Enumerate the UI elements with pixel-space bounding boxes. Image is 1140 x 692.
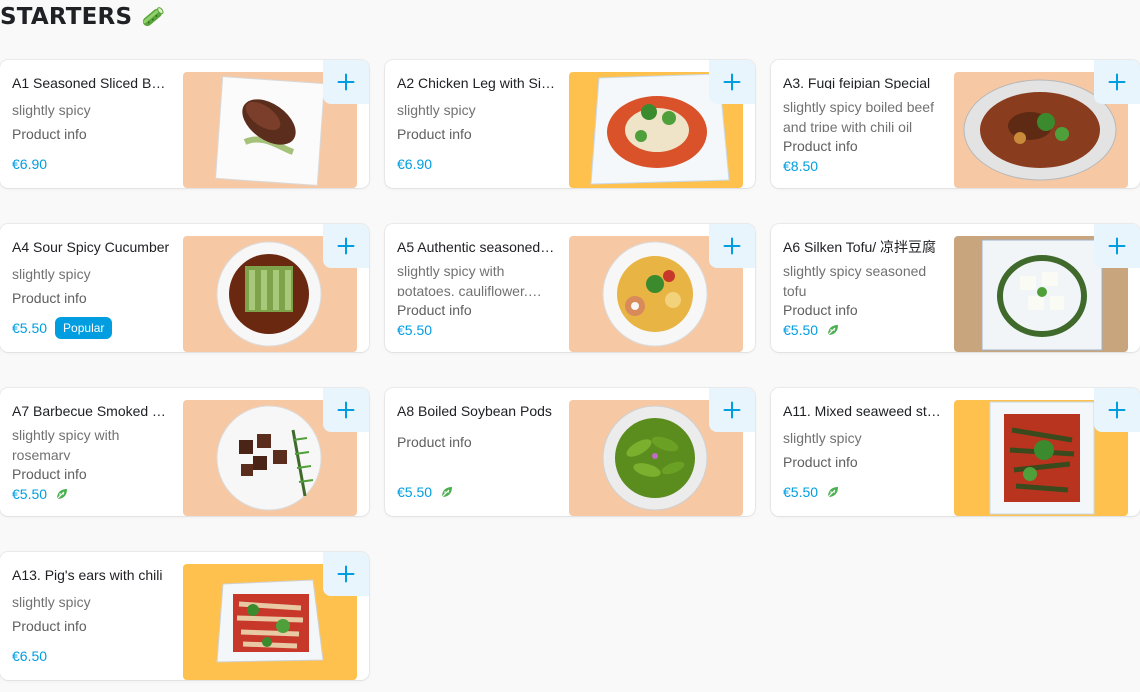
product-info-link[interactable]: Product info bbox=[12, 616, 170, 636]
menu-item-footer: €5.50 bbox=[397, 320, 555, 340]
menu-item-card[interactable]: A3. Fuqi feipian Special slightly spicy … bbox=[771, 60, 1140, 188]
product-info-link[interactable]: Product info bbox=[12, 124, 170, 144]
menu-item-name: A1 Seasoned Sliced Beef bbox=[12, 75, 170, 91]
product-info-link[interactable]: Product info bbox=[397, 432, 555, 452]
menu-item-description: slightly spicy boiled beef and tripe wit… bbox=[783, 99, 934, 132]
menu-item-footer: €6.90 bbox=[12, 152, 170, 176]
menu-item-name: A11. Mixed seaweed strips bbox=[783, 403, 941, 419]
menu-item-card[interactable]: A1 Seasoned Sliced Beef slightly spicy P… bbox=[0, 60, 369, 188]
menu-item-price: €6.90 bbox=[12, 156, 48, 172]
menu-item-name: A8 Boiled Soybean Pods bbox=[397, 403, 552, 419]
plus-icon bbox=[1108, 73, 1126, 91]
menu-item-text: A2 Chicken Leg with Sichuan sauce slight… bbox=[397, 74, 555, 176]
menu-item-text: A6 Silken Tofu/ 凉拌豆腐 slightly spicy seas… bbox=[783, 238, 941, 340]
menu-item-name: A5 Authentic seasoned vegetables bbox=[397, 239, 555, 254]
menu-item-footer: €5.50 bbox=[783, 480, 941, 504]
menu-item-description: slightly spicy bbox=[12, 266, 91, 282]
menu-item-price: €5.50 bbox=[397, 321, 433, 338]
menu-item-text: A13. Pig's ears with chili slightly spic… bbox=[12, 566, 170, 668]
menu-item-footer: €5.50 bbox=[12, 484, 170, 504]
plus-icon bbox=[337, 73, 355, 91]
menu-item-name: A6 Silken Tofu/ 凉拌豆腐 bbox=[783, 239, 937, 254]
plus-icon bbox=[723, 237, 741, 255]
add-to-cart-button[interactable] bbox=[709, 60, 755, 104]
menu-item-description: slightly spicy seasoned tofu bbox=[783, 263, 927, 296]
menu-item-card[interactable]: A13. Pig's ears with chili slightly spic… bbox=[0, 552, 369, 680]
menu-item-footer: €6.50 bbox=[12, 644, 170, 668]
menu-item-price: €5.50 bbox=[12, 485, 48, 502]
product-info-link[interactable]: Product info bbox=[783, 452, 941, 472]
menu-items-grid: A1 Seasoned Sliced Beef slightly spicy P… bbox=[0, 60, 1140, 680]
add-to-cart-button[interactable] bbox=[323, 388, 369, 432]
menu-item-card[interactable]: A5 Authentic seasoned vegetables slightl… bbox=[385, 224, 755, 352]
plus-icon bbox=[723, 401, 741, 419]
add-to-cart-button[interactable] bbox=[1094, 60, 1140, 104]
plus-icon bbox=[337, 565, 355, 583]
menu-item-name: A13. Pig's ears with chili bbox=[12, 567, 163, 583]
menu-item-card[interactable]: A6 Silken Tofu/ 凉拌豆腐 slightly spicy seas… bbox=[771, 224, 1140, 352]
menu-item-footer: €5.50 bbox=[397, 480, 555, 504]
menu-item-card[interactable]: A8 Boiled Soybean Pods Product info €5.5… bbox=[385, 388, 755, 516]
product-info-link[interactable]: Product info bbox=[783, 136, 941, 156]
menu-item-name: A4 Sour Spicy Cucumber bbox=[12, 239, 170, 255]
vegetarian-leaf-icon bbox=[826, 485, 840, 499]
menu-item-description: slightly spicy bbox=[12, 594, 91, 610]
product-info-link[interactable]: Product info bbox=[397, 300, 555, 320]
menu-item-description: slightly spicy bbox=[783, 430, 862, 446]
menu-item-footer: €8.50 bbox=[783, 156, 941, 176]
menu-item-footer: €6.90 bbox=[397, 152, 555, 176]
add-to-cart-button[interactable] bbox=[1094, 388, 1140, 432]
product-info-link[interactable]: Product info bbox=[397, 124, 555, 144]
menu-item-text: A11. Mixed seaweed strips slightly spicy… bbox=[783, 402, 941, 504]
menu-item-text: A1 Seasoned Sliced Beef slightly spicy P… bbox=[12, 74, 170, 176]
menu-item-card[interactable]: A7 Barbecue Smoked Tofu slightly spicy w… bbox=[0, 388, 369, 516]
cucumber-icon bbox=[138, 3, 166, 31]
section-title: STARTERS bbox=[0, 4, 133, 30]
menu-item-description: slightly spicy bbox=[12, 102, 91, 118]
menu-item-price: €8.50 bbox=[783, 157, 819, 174]
menu-item-card[interactable]: A4 Sour Spicy Cucumber slightly spicy Pr… bbox=[0, 224, 369, 352]
menu-item-text: A7 Barbecue Smoked Tofu slightly spicy w… bbox=[12, 402, 170, 504]
product-info-link[interactable]: Product info bbox=[783, 300, 941, 320]
vegetarian-leaf-icon bbox=[826, 323, 840, 337]
plus-icon bbox=[723, 73, 741, 91]
popular-badge: Popular bbox=[55, 317, 113, 339]
menu-item-footer: €5.50 bbox=[783, 320, 941, 340]
plus-icon bbox=[337, 401, 355, 419]
plus-icon bbox=[1108, 401, 1126, 419]
menu-item-price: €6.50 bbox=[12, 648, 48, 664]
menu-item-text: A4 Sour Spicy Cucumber slightly spicy Pr… bbox=[12, 238, 170, 340]
menu-item-price: €6.90 bbox=[397, 156, 433, 172]
menu-item-text: A3. Fuqi feipian Special slightly spicy … bbox=[783, 74, 941, 176]
add-to-cart-button[interactable] bbox=[709, 224, 755, 268]
menu-item-description: slightly spicy with potatoes, cauliflowe… bbox=[397, 263, 528, 296]
plus-icon bbox=[1108, 237, 1126, 255]
menu-item-card[interactable]: A11. Mixed seaweed strips slightly spicy… bbox=[771, 388, 1140, 516]
menu-item-text: A5 Authentic seasoned vegetables slightl… bbox=[397, 238, 555, 340]
menu-item-name: A7 Barbecue Smoked Tofu bbox=[12, 403, 170, 418]
menu-item-price: €5.50 bbox=[397, 484, 433, 500]
add-to-cart-button[interactable] bbox=[323, 552, 369, 596]
product-info-link[interactable]: Product info bbox=[12, 464, 170, 484]
add-to-cart-button[interactable] bbox=[709, 388, 755, 432]
product-info-link[interactable]: Product info bbox=[12, 288, 170, 308]
section-header: STARTERS bbox=[0, 0, 166, 34]
menu-item-description: slightly spicy bbox=[397, 102, 476, 118]
menu-item-name: A2 Chicken Leg with Sichuan sauce bbox=[397, 75, 555, 91]
menu-item-card[interactable]: A2 Chicken Leg with Sichuan sauce slight… bbox=[385, 60, 755, 188]
vegetarian-leaf-icon bbox=[55, 487, 69, 501]
menu-item-footer: €5.50 Popular bbox=[12, 316, 170, 340]
menu-item-text: A8 Boiled Soybean Pods Product info €5.5… bbox=[397, 402, 555, 504]
vegetarian-leaf-icon bbox=[440, 485, 454, 499]
add-to-cart-button[interactable] bbox=[323, 224, 369, 268]
add-to-cart-button[interactable] bbox=[323, 60, 369, 104]
menu-item-price: €5.50 bbox=[783, 321, 819, 338]
menu-item-price: €5.50 bbox=[12, 320, 48, 336]
add-to-cart-button[interactable] bbox=[1094, 224, 1140, 268]
menu-item-name: A3. Fuqi feipian Special bbox=[783, 75, 931, 90]
plus-icon bbox=[337, 237, 355, 255]
menu-item-price: €5.50 bbox=[783, 484, 819, 500]
menu-item-description: slightly spicy with rosemary bbox=[12, 427, 120, 460]
